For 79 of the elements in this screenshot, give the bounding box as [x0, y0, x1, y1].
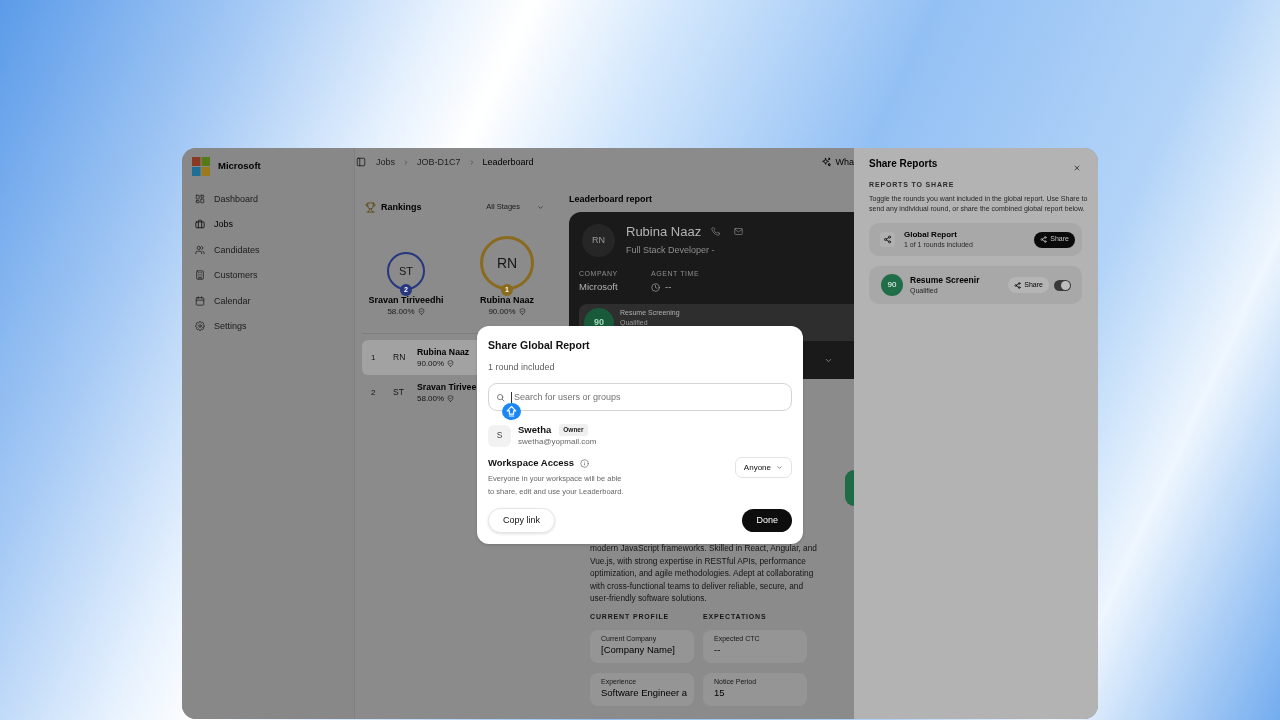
shield-check-icon — [518, 308, 526, 315]
trophy-icon — [365, 201, 376, 213]
logo-icon — [192, 157, 210, 176]
member-name: Swetha — [518, 424, 552, 436]
avatar: S — [488, 424, 511, 447]
share-icon — [880, 232, 895, 247]
chevron-down-icon — [776, 464, 783, 471]
sparkle-icon — [821, 156, 833, 168]
field-value: -- — [665, 281, 672, 293]
sidebar-item[interactable]: Settings — [192, 313, 344, 339]
info-value: -- — [714, 643, 722, 656]
breadcrumb-link[interactable]: Jobs — [376, 156, 395, 168]
sidebar-item[interactable]: Dashboard — [192, 186, 344, 212]
clock-icon — [651, 282, 660, 292]
score-text: 90.00% — [488, 306, 516, 317]
close-icon[interactable] — [1073, 164, 1081, 172]
info-icon — [580, 458, 590, 468]
sidebar-toggle-icon[interactable] — [356, 157, 366, 167]
sidebar-item[interactable]: Jobs — [192, 211, 344, 237]
field-value: Microsoft — [579, 281, 618, 293]
chevron-down-icon — [537, 203, 544, 211]
shield-check-icon — [417, 308, 425, 315]
mail-icon[interactable] — [734, 227, 744, 236]
initials: RN — [496, 256, 518, 270]
sidebar-item[interactable]: Calendar — [192, 288, 344, 314]
dashboard-icon — [195, 193, 205, 204]
rank-number: 1 — [371, 351, 377, 364]
panel-title: Share Reports — [869, 157, 938, 171]
breadcrumb-link[interactable]: JOB-D1C7 — [417, 156, 461, 168]
sidebar-item[interactable]: Customers — [192, 262, 344, 288]
share-icon — [1040, 236, 1048, 243]
chevron-right-icon — [468, 158, 475, 166]
shield-check-icon — [447, 359, 455, 367]
access-dropdown[interactable]: Anyone — [734, 457, 792, 478]
calendar-icon — [195, 295, 205, 306]
candidate-name: Rubina Naaz — [417, 346, 470, 358]
done-button[interactable]: Done — [742, 509, 792, 532]
report-name: Global Report — [904, 230, 958, 240]
sidebar-item[interactable]: Candidates — [192, 237, 344, 263]
info-value: 15 — [714, 686, 726, 699]
candidate-name: Rubina Naaz — [480, 295, 534, 306]
briefcase-icon — [195, 219, 205, 230]
round-name: Resume Screenir — [910, 275, 980, 286]
report-title: Leaderboard report — [569, 193, 654, 206]
header-action-button[interactable]: Wha — [821, 156, 854, 168]
share-icon — [1014, 281, 1022, 289]
initials: RN — [393, 351, 407, 364]
member-email: swetha@yopmail.com — [518, 436, 597, 447]
info-value: Software Engineer a — [601, 686, 689, 699]
copy-link-button[interactable]: Copy link — [488, 508, 555, 533]
score-text: 58.00% — [417, 392, 445, 404]
info-value: [Company Name] — [601, 643, 676, 656]
search-field[interactable]: Search for users or groups — [488, 383, 792, 411]
initials: ST — [398, 265, 414, 277]
settings-icon — [195, 321, 205, 332]
toggle-switch[interactable] — [1054, 279, 1071, 291]
breadcrumb-current: Leaderboard — [482, 156, 534, 168]
summary-text: modern JavaScript frameworks. Skilled in React, Angular, and Vue.js, with strong expertise in RESTful APIs, performance optimization, and agile methodologies. Adept at collaborating with cross-functional teams to deliver reliable, secure, and user-friendly software solutions. — [590, 542, 818, 605]
candidate-name: Sravan Tiriveedhi — [368, 295, 444, 306]
dialog-subtitle: 1 round included — [488, 361, 556, 373]
rank-number: 2 — [371, 386, 377, 399]
shield-check-icon — [447, 394, 455, 402]
users-icon — [195, 244, 205, 255]
arrow-up-icon[interactable] — [502, 403, 521, 420]
candidate-name: Rubina Naaz — [626, 224, 702, 239]
initials: ST — [393, 386, 405, 399]
candidate-role: Full Stack Developer - — [626, 244, 716, 256]
rankings-title: Rankings — [381, 201, 422, 213]
building-icon — [195, 270, 205, 281]
brand-name: Microsoft — [218, 159, 261, 174]
chevron-right-icon — [403, 158, 409, 166]
text-cursor — [511, 391, 512, 403]
score-text: 90.00% — [417, 357, 445, 369]
phone-icon[interactable] — [711, 227, 721, 236]
access-title: Workspace Access — [488, 457, 575, 469]
candidate-name: Sravan Tirivee — [417, 381, 477, 393]
search-icon — [496, 392, 505, 402]
avatar: RN — [582, 224, 615, 257]
score-text: 58.00% — [387, 306, 415, 317]
